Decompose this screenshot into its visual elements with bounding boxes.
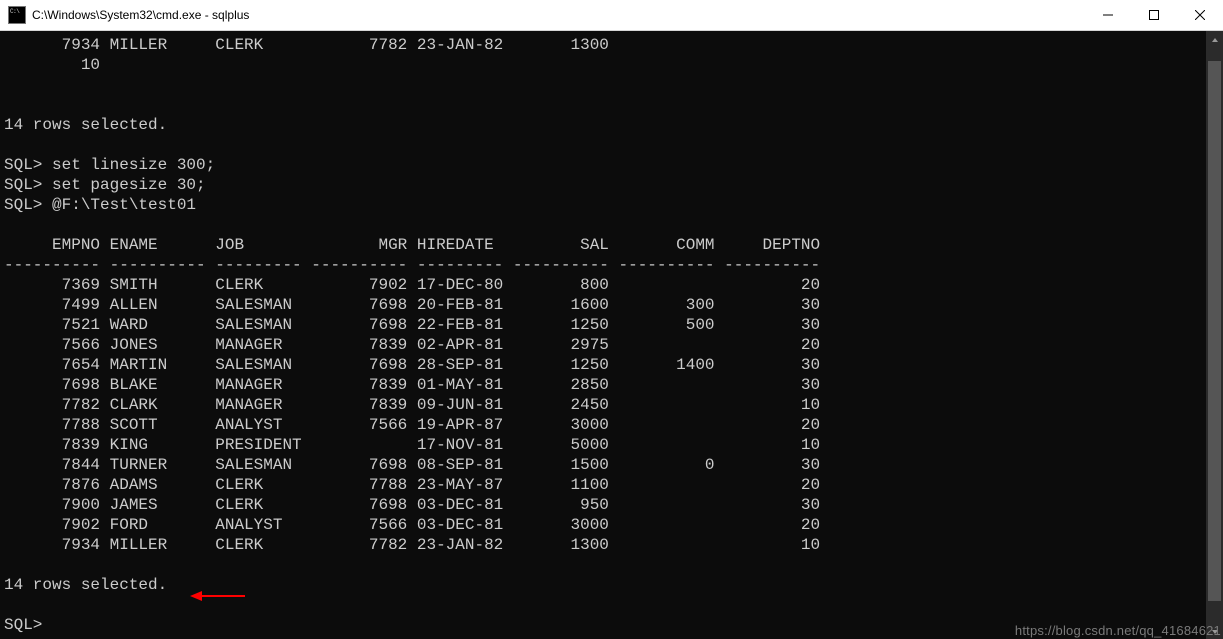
- scroll-up-arrow-icon[interactable]: [1206, 31, 1223, 48]
- vertical-scrollbar[interactable]: [1206, 31, 1223, 639]
- window-title: C:\Windows\System32\cmd.exe - sqlplus: [32, 8, 1085, 22]
- terminal-output[interactable]: 7934 MILLER CLERK 7782 23-JAN-82 1300 10…: [0, 31, 1206, 639]
- cmd-icon: [8, 6, 26, 24]
- window-controls: [1085, 0, 1223, 30]
- watermark-text: https://blog.csdn.net/qq_41684621: [1015, 623, 1221, 638]
- window-titlebar: C:\Windows\System32\cmd.exe - sqlplus: [0, 0, 1223, 31]
- client-area: 7934 MILLER CLERK 7782 23-JAN-82 1300 10…: [0, 31, 1223, 639]
- maximize-button[interactable]: [1131, 0, 1177, 30]
- close-button[interactable]: [1177, 0, 1223, 30]
- scroll-thumb[interactable]: [1208, 61, 1221, 601]
- minimize-button[interactable]: [1085, 0, 1131, 30]
